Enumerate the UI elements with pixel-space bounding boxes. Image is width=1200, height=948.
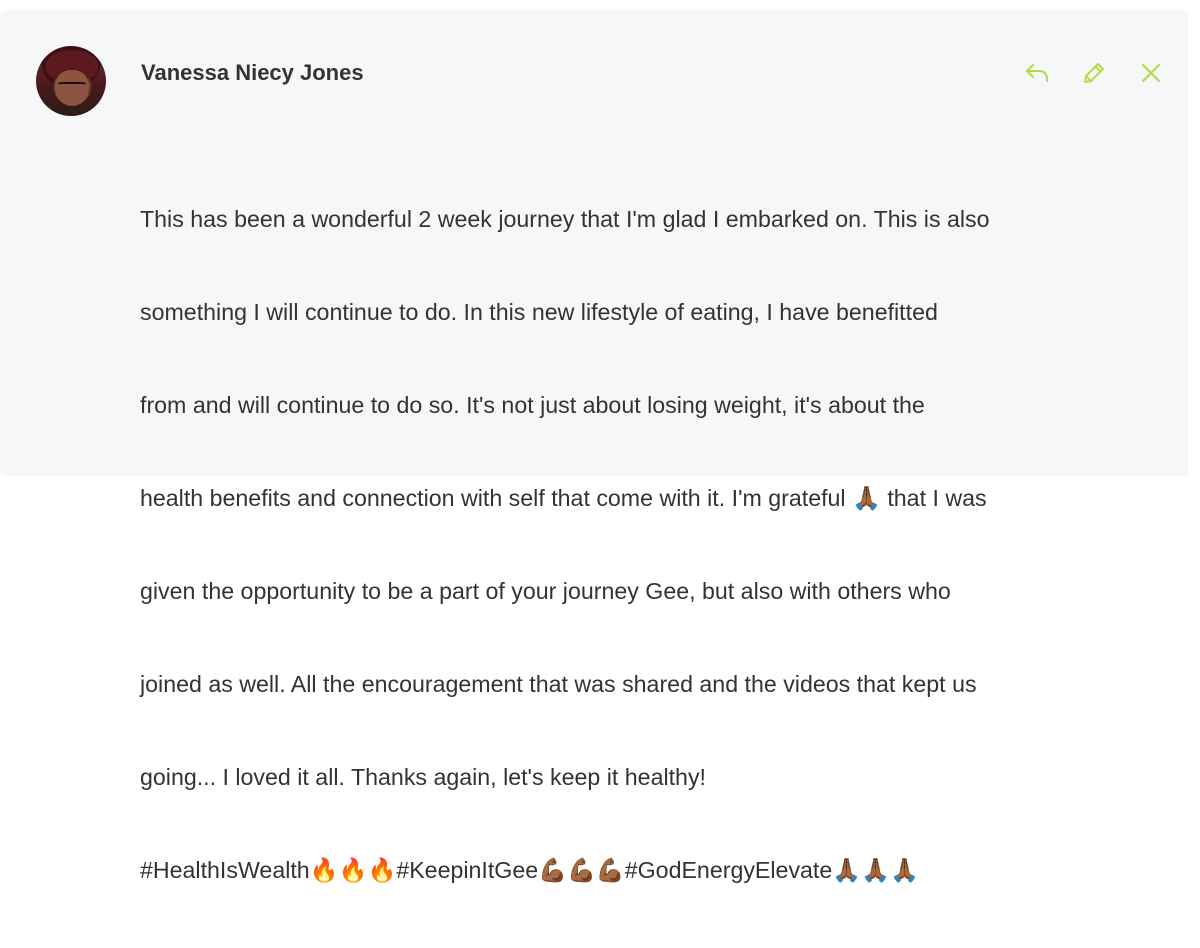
hashtag-line[interactable]: #HealthIsWealth🔥🔥🔥#KeepinItGee💪🏾💪🏾💪🏾#God…: [140, 855, 1170, 886]
reply-icon: [1026, 64, 1048, 82]
pencil-icon: [1084, 63, 1104, 83]
comment-body: This has been a wonderful 2 week journey…: [140, 142, 1170, 948]
avatar-glasses: [58, 82, 86, 90]
edit-button[interactable]: [1079, 58, 1109, 88]
comment-line: from and will continue to do so. It's no…: [140, 392, 925, 418]
close-icon: [1141, 63, 1161, 83]
comment-line: This has been a wonderful 2 week journey…: [140, 206, 990, 232]
reply-button[interactable]: [1022, 58, 1052, 88]
comment-line: joined as well. All the encouragement th…: [140, 671, 977, 697]
comment-line: going... I loved it all. Thanks again, l…: [140, 764, 706, 790]
comment-card: Vanessa Niecy Jones This has been a wond…: [0, 10, 1188, 883]
avatar[interactable]: [36, 46, 106, 116]
comment-line: given the opportunity to be a part of yo…: [140, 578, 951, 604]
comment-actions: [1022, 58, 1166, 88]
author-name[interactable]: Vanessa Niecy Jones: [141, 60, 364, 86]
comment-line: something I will continue to do. In this…: [140, 299, 938, 325]
close-button[interactable]: [1136, 58, 1166, 88]
